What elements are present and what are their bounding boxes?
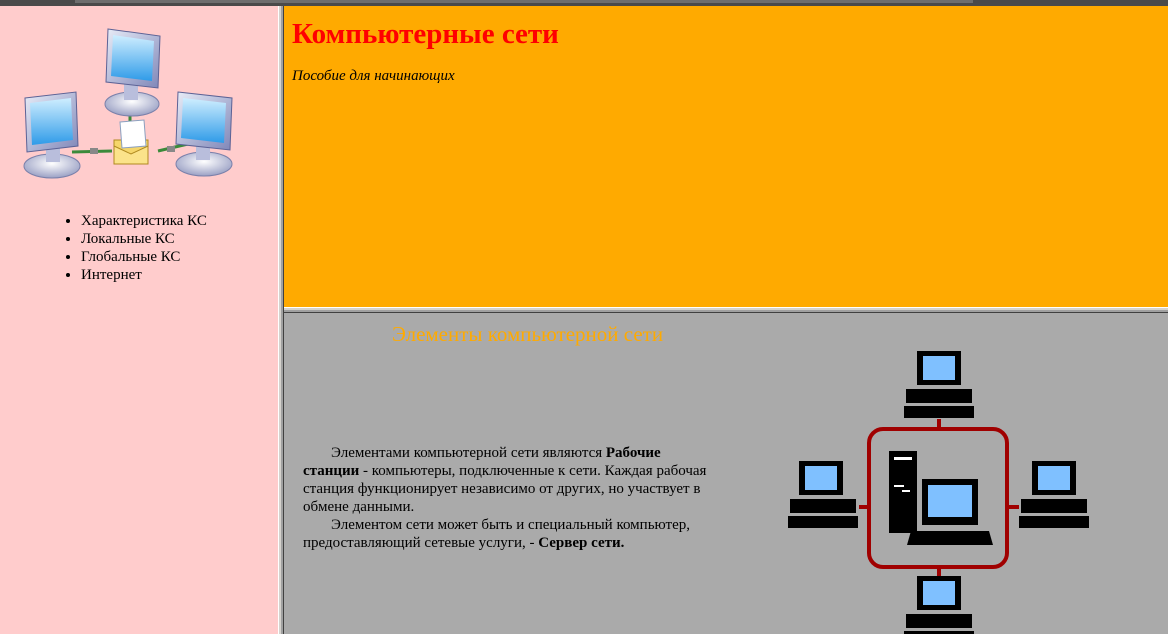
content-heading: Элементы компьютерной сети <box>392 322 664 346</box>
header-frame: Компьютерные сети Пособие для начинающих <box>284 6 1168 307</box>
nav-item-global[interactable]: Глобальные КС <box>81 248 207 266</box>
p2-text-a: Элементом сети может быть и специальный … <box>303 517 691 551</box>
network-topology-icon <box>788 351 1089 634</box>
server-icon <box>889 451 993 545</box>
workstation-left-icon <box>788 461 858 528</box>
nav-item-characteristics[interactable]: Характеристика КС <box>81 212 207 230</box>
workstation-bottom-icon <box>904 576 974 634</box>
left-frame: Характеристика КС Локальные КС Глобальны… <box>0 6 278 634</box>
page-title: Компьютерные сети <box>292 18 559 50</box>
paragraph-workstations: Элементами компьютерной сети являются Ра… <box>303 444 708 516</box>
browser-address-strip <box>75 0 973 3</box>
networked-computers-icon <box>23 28 233 179</box>
workstation-right-icon <box>1019 461 1089 528</box>
nav-list: Характеристика КС Локальные КС Глобальны… <box>62 212 207 284</box>
nav-item-local[interactable]: Локальные КС <box>81 230 207 248</box>
p1-text-a: Элементами компьютерной сети являются <box>331 445 606 461</box>
workstation-top-icon <box>904 351 974 418</box>
p1-text-c: - компьютеры, подключенные к сети. Кажда… <box>303 463 707 515</box>
content-frame: Элементы компьютерной сети Элементами ко… <box>284 313 1168 634</box>
page-subtitle: Пособие для начинающих <box>292 68 455 84</box>
p2-bold-server: Сервер сети. <box>538 535 625 551</box>
paragraph-server: Элементом сети может быть и специальный … <box>303 516 708 552</box>
nav-item-internet[interactable]: Интернет <box>81 266 207 284</box>
